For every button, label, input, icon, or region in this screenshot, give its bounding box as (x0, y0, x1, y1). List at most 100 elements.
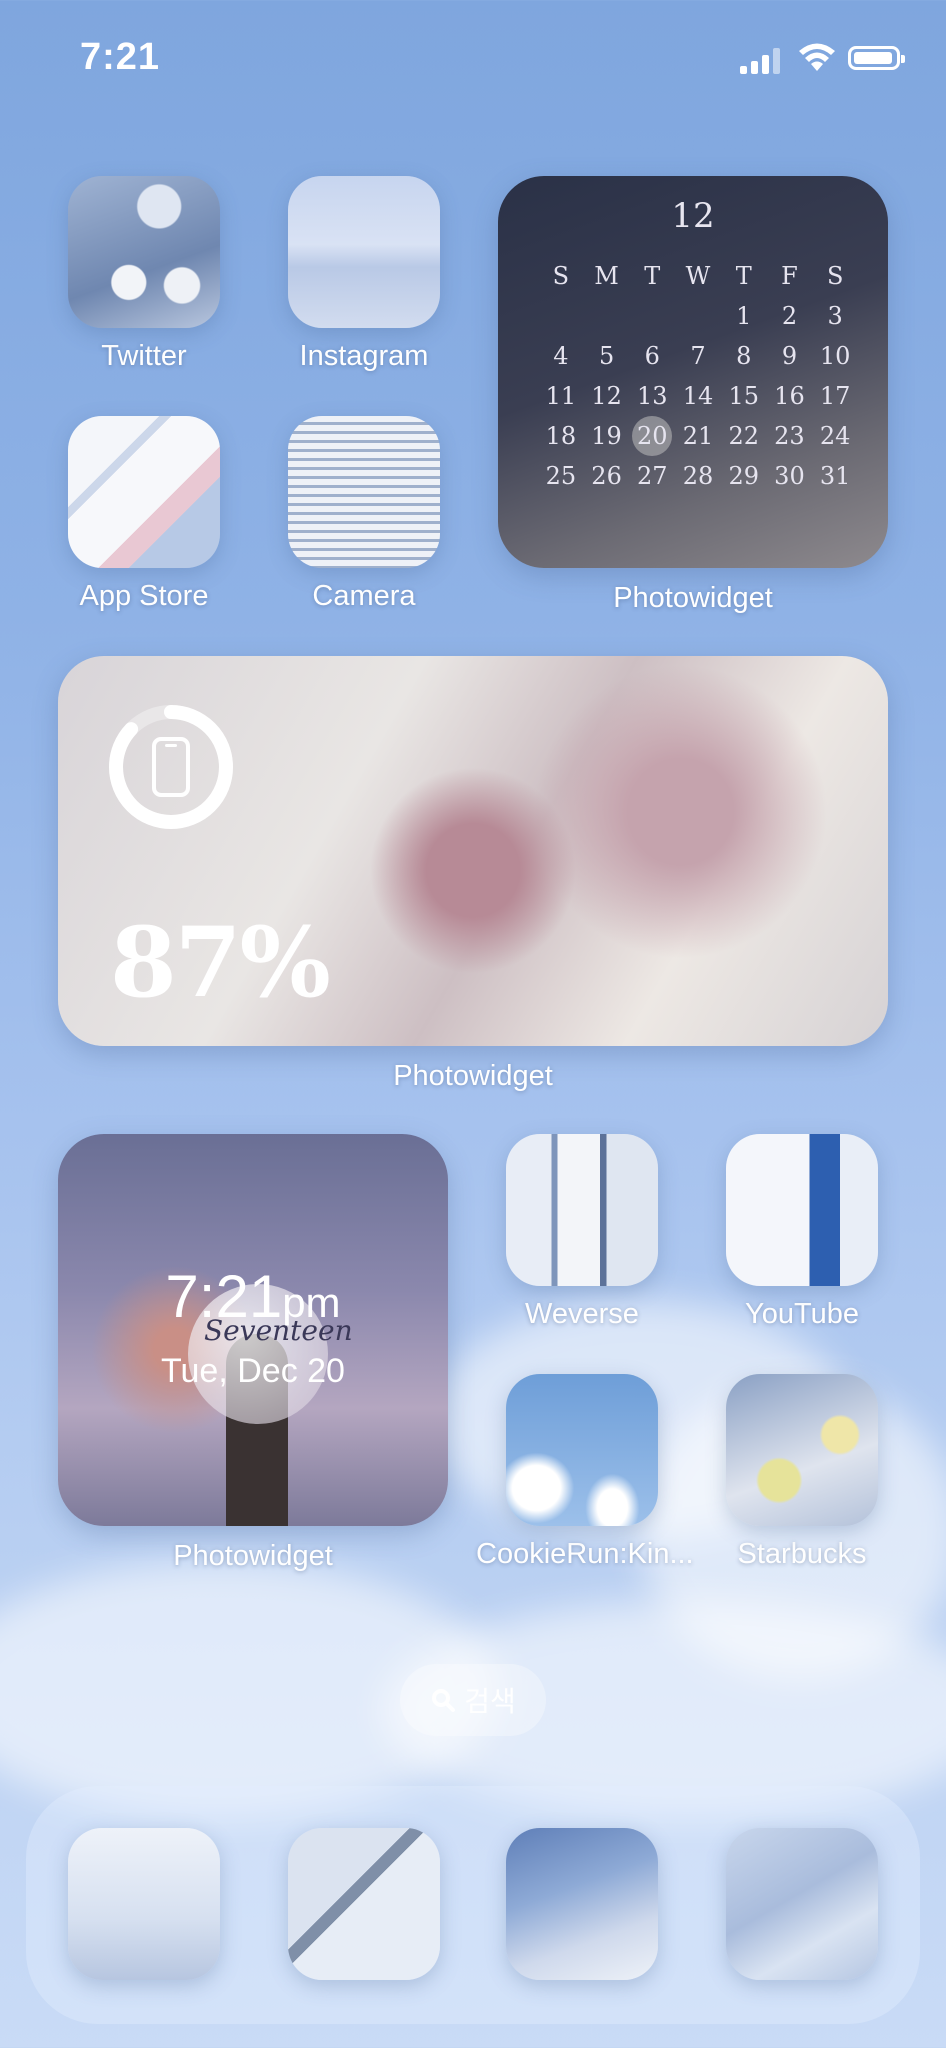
calendar-week-row: 25 26 27 28 29 30 31 (538, 456, 858, 496)
calendar-day: 4 (553, 342, 569, 370)
cookierun-app-icon (506, 1374, 658, 1526)
app-app-store[interactable]: App Store (68, 416, 220, 613)
calendar-day: 3 (827, 302, 843, 330)
calendar-today: 20 (632, 416, 673, 456)
calendar-day: 9 (781, 342, 798, 370)
calendar-day: 8 (736, 342, 752, 370)
search-icon (432, 1689, 456, 1712)
app-label: Instagram (299, 340, 429, 372)
app-label: CookieRun:Kin... (476, 1538, 694, 1570)
calendar-weekday: F (781, 262, 798, 290)
calendar-grid: S M T W T F S 1 2 3 4 5 6 7 8 9 10 11 12 13 14 15 16 17 18 19 20 21… (538, 256, 858, 496)
calendar-day: 19 (591, 422, 622, 450)
calendar-day: 5 (598, 342, 615, 370)
app-instagram[interactable]: Instagram (288, 176, 440, 373)
calendar-day: 11 (545, 382, 577, 410)
calendar-day: 2 (781, 302, 798, 330)
search-button[interactable]: 검색 (400, 1664, 546, 1736)
app-starbucks[interactable]: Starbucks (726, 1374, 878, 1571)
camera-app-icon (288, 416, 440, 568)
calendar-day (538, 296, 584, 336)
dock-app-1-icon (68, 1828, 220, 1980)
calendar-weekday: S (552, 262, 570, 290)
wifi-icon (799, 43, 835, 71)
calendar-day: 17 (819, 382, 851, 410)
calendar-day (584, 296, 630, 336)
starbucks-app-icon (726, 1374, 878, 1526)
app-weverse[interactable]: Weverse (506, 1134, 658, 1331)
calendar-day: 10 (819, 342, 851, 370)
app-camera[interactable]: Camera (288, 416, 440, 613)
battery-icon (848, 46, 905, 70)
calendar-day: 1 (736, 302, 752, 330)
phone-icon (152, 737, 190, 797)
calendar-day: 24 (819, 422, 851, 450)
calendar-day: 22 (728, 422, 759, 450)
clock-widget-label: Photowidget (173, 1540, 333, 1572)
calendar-day: 16 (774, 382, 805, 410)
app-youtube[interactable]: YouTube (726, 1134, 878, 1331)
app-label: YouTube (745, 1298, 859, 1330)
dock-app-1[interactable] (68, 1828, 220, 1980)
calendar-day: 23 (774, 422, 805, 450)
app-twitter[interactable]: Twitter (68, 176, 220, 373)
calendar-day: 29 (728, 462, 759, 490)
signal-icon (740, 48, 780, 74)
app-label: Weverse (525, 1298, 639, 1330)
clock-photowidget[interactable]: Seventeen 7:21pm Tue, Dec 20 (58, 1134, 448, 1526)
calendar-day: 13 (637, 382, 668, 410)
clock-ampm: pm (282, 1279, 341, 1326)
calendar-week-row: 18 19 20 21 22 23 24 (538, 416, 858, 456)
calendar-week-row: 11 12 13 14 15 16 17 (538, 376, 858, 416)
calendar-weekday: S (826, 262, 844, 290)
calendar-widget-label: Photowidget (613, 582, 773, 614)
clock-time-value: 7:21 (165, 1263, 283, 1330)
search-label: 검색 (464, 1686, 516, 1717)
app-label: Starbucks (737, 1538, 867, 1570)
clock-time: 7:21pm (58, 1262, 448, 1331)
calendar-day: 31 (819, 462, 851, 490)
status-bar: 7:21 (0, 0, 946, 120)
calendar-day: 27 (637, 462, 668, 490)
calendar-weekday: T (735, 262, 752, 290)
calendar-day (675, 296, 721, 336)
calendar-day: 28 (682, 462, 714, 490)
battery-percent: 87% (110, 906, 331, 1019)
calendar-weekday: T (644, 262, 661, 290)
calendar-day: 12 (591, 382, 622, 410)
calendar-day: 30 (774, 462, 805, 490)
app-store-app-icon (68, 416, 220, 568)
calendar-day (629, 296, 675, 336)
app-label: Camera (312, 580, 416, 612)
status-time: 7:21 (80, 36, 161, 78)
calendar-week-row: 4 5 6 7 8 9 10 (538, 336, 858, 376)
calendar-day: 21 (682, 422, 714, 450)
calendar-day: 14 (682, 382, 714, 410)
dock-app-2-icon (288, 1828, 440, 1980)
youtube-app-icon (726, 1134, 878, 1286)
app-label: Twitter (101, 340, 187, 372)
calendar-week-row: 1 2 3 (538, 296, 858, 336)
calendar-weekday: W (685, 262, 711, 290)
app-cookierun[interactable]: CookieRun:Kin... (476, 1374, 694, 1571)
calendar-day: 26 (591, 462, 622, 490)
battery-photowidget[interactable]: 87% (58, 656, 888, 1046)
calendar-day: 6 (644, 342, 660, 370)
calendar-day: 18 (545, 422, 577, 450)
dock-app-4[interactable] (726, 1828, 878, 1980)
weverse-app-icon (506, 1134, 658, 1286)
calendar-day: 7 (690, 342, 706, 370)
calendar-day: 25 (545, 462, 577, 490)
instagram-app-icon (288, 176, 440, 328)
dock-app-2[interactable] (288, 1828, 440, 1980)
dock-app-4-icon (726, 1828, 878, 1980)
calendar-photowidget[interactable]: 12 S M T W T F S 1 2 3 4 5 6 7 8 9 10 11 12 13 14 15 16 17 18 19 2… (498, 176, 888, 568)
clock-date: Tue, Dec 20 (161, 1352, 345, 1390)
calendar-day: 15 (728, 382, 759, 410)
battery-widget-label: Photowidget (393, 1060, 553, 1092)
calendar-weekday-row: SMTWTFS (538, 256, 858, 296)
calendar-weekday: M (594, 262, 619, 290)
dock-app-3[interactable] (506, 1828, 658, 1980)
twitter-app-icon (68, 176, 220, 328)
calendar-month: 12 (671, 196, 715, 236)
